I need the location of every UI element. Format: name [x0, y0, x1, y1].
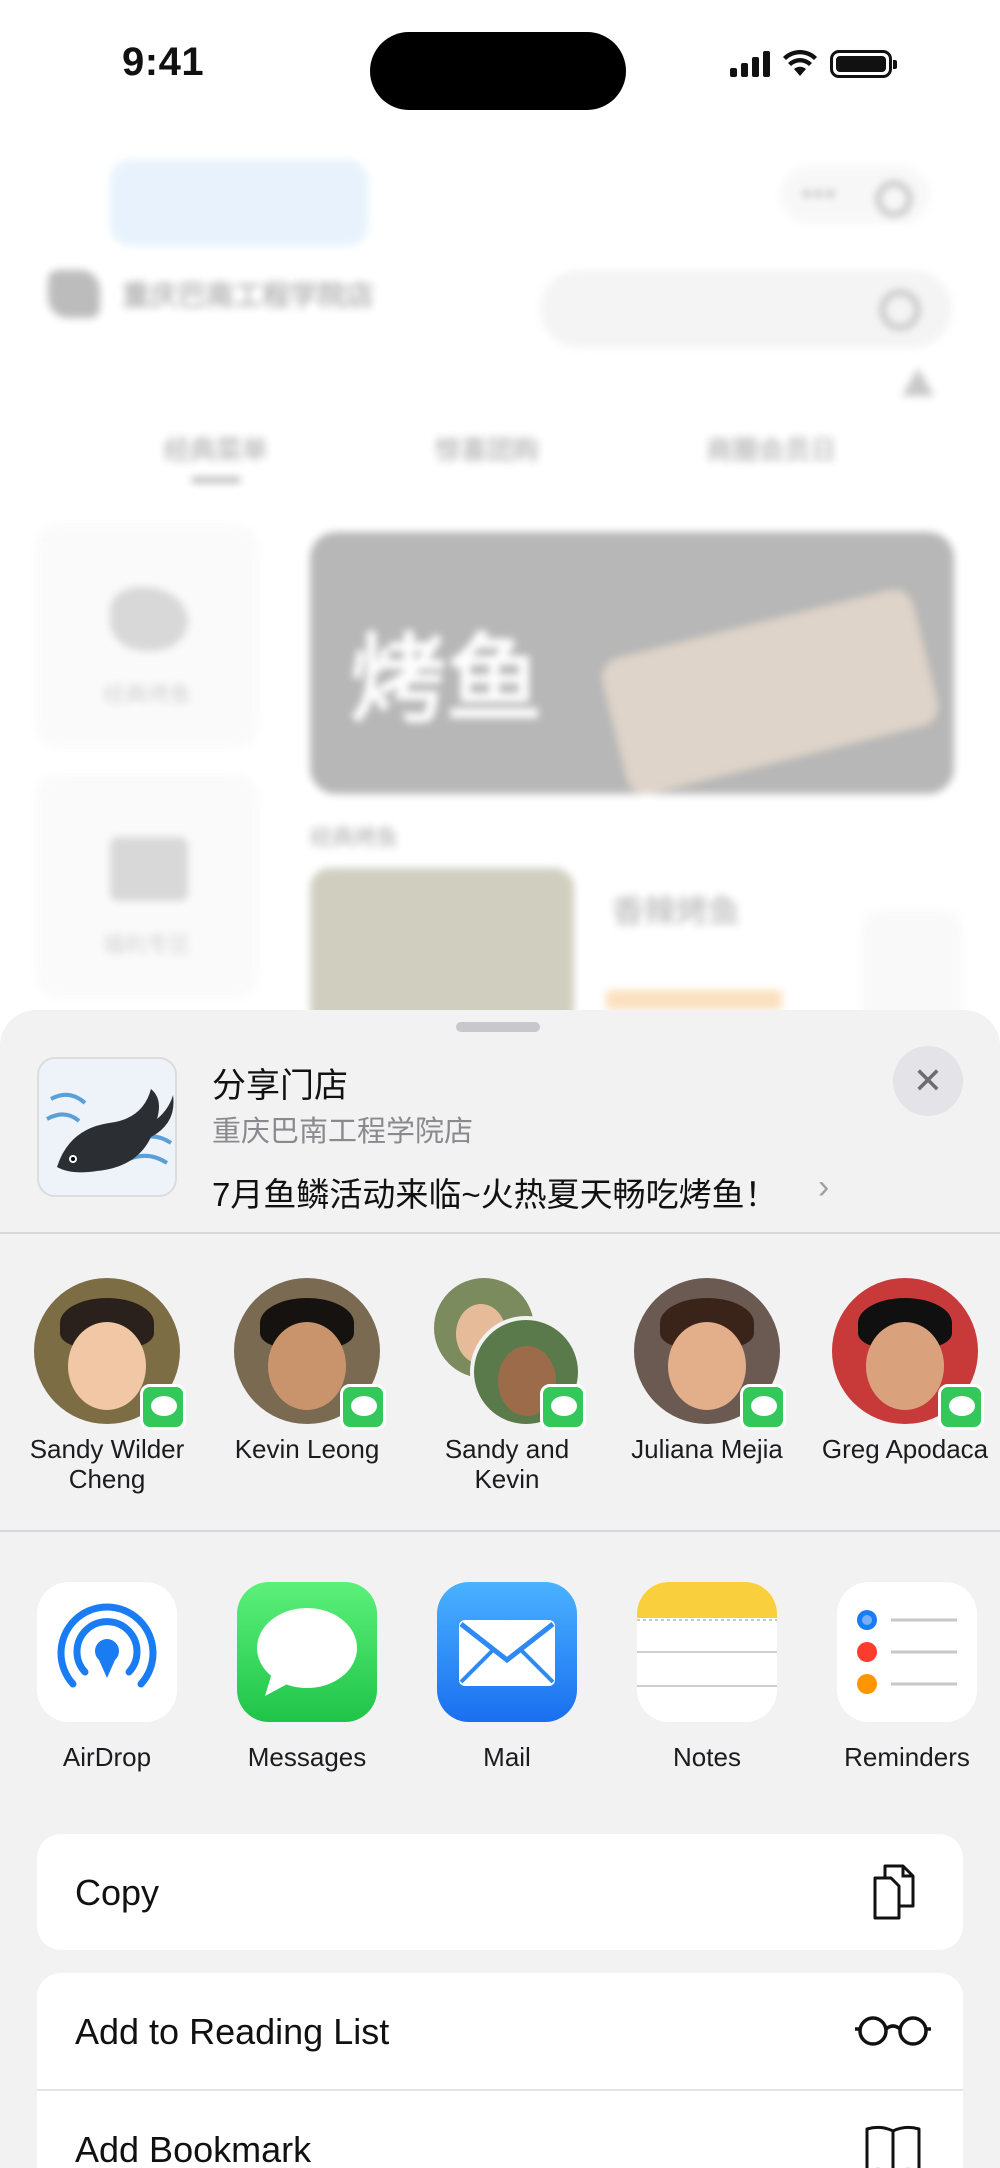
person-juliana-mejia[interactable]: Juliana Mejia [612, 1278, 802, 1464]
share-sheet: 分享门店 重庆巴南工程学院店 7月鱼鳞活动来临~火热夏天畅吃烤鱼！ › ✕ Sa… [0, 1010, 1000, 2168]
background-app: 重庆巴南工程学院店 经典菜单 惊喜团购 商圈会员日 经典烤鱼 福利专区 烤鱼 经… [0, 140, 1000, 1050]
person-sandy-wilder-cheng[interactable]: Sandy Wilder Cheng [12, 1278, 202, 1494]
add-bookmark-button[interactable]: Add Bookmark [37, 2089, 963, 2168]
app-mail[interactable]: Mail [422, 1582, 592, 1773]
reminders-icon [837, 1582, 977, 1722]
wifi-icon [783, 50, 817, 76]
person-name: Kevin Leong [234, 1434, 380, 1464]
avatar [34, 1278, 186, 1430]
messages-icon [237, 1582, 377, 1722]
action-label: Add Bookmark [75, 2129, 312, 2168]
status-bar: 9:41 [0, 0, 1000, 140]
action-group: Add to Reading List Add Bookmark [37, 1973, 963, 2168]
status-time: 9:41 [122, 40, 205, 84]
divider [0, 1530, 1000, 1532]
messages-badge-icon [340, 1384, 386, 1430]
store-logo-icon [48, 270, 100, 318]
section-title: 经典烤鱼 [310, 825, 399, 850]
app-label: AirDrop [62, 1742, 152, 1772]
person-name: Sandy Wilder [29, 1434, 185, 1464]
action-group: Copy [37, 1834, 963, 1950]
avatar [634, 1278, 786, 1430]
app-label: Messages [247, 1742, 367, 1772]
store-name: 重庆巴南工程学院店 [122, 280, 375, 311]
tab-member-day: 商圈会员日 [706, 435, 837, 465]
close-button[interactable]: ✕ [893, 1046, 963, 1116]
banner-title: 烤鱼 [350, 623, 542, 736]
person-name: Greg Apodaca [821, 1434, 989, 1464]
app-label: Mail [483, 1742, 531, 1772]
app-reminders[interactable]: Reminders [822, 1582, 992, 1773]
app-label: Reminders [844, 1742, 970, 1772]
action-label: Copy [75, 1872, 160, 1913]
avatar [234, 1278, 386, 1430]
fish-logo-icon [46, 1089, 174, 1173]
miniprogram-capsule [780, 166, 930, 224]
share-description[interactable]: 7月鱼鳞活动来临~火热夏天畅吃烤鱼！ [212, 1168, 778, 1216]
category-classic-fish: 经典烤鱼 [36, 525, 258, 747]
grilled-fish-plate [597, 585, 943, 794]
store-header: 重庆巴南工程学院店 [48, 270, 374, 318]
person-name: Cheng [68, 1464, 146, 1494]
glasses-icon [855, 2016, 931, 2046]
gift-icon [110, 837, 188, 901]
dish-image [310, 868, 574, 1028]
copy-icon [873, 1864, 915, 1920]
app-messages[interactable]: Messages [222, 1582, 392, 1773]
sheet-grabber[interactable] [456, 1022, 540, 1032]
person-name: Juliana Mejia [631, 1434, 783, 1464]
share-title: 分享门店 [212, 1067, 348, 1105]
promo-banner [110, 160, 368, 246]
battery-icon [830, 50, 897, 78]
close-icon: ✕ [912, 1060, 944, 1101]
person-greg-apodaca[interactable]: Greg Apodaca [810, 1278, 1000, 1464]
chevron-right-icon[interactable]: › [818, 1168, 829, 1207]
category-welfare: 福利专区 [36, 775, 258, 997]
tab-group-buy: 惊喜团购 [434, 435, 539, 465]
notes-icon [637, 1582, 777, 1722]
avatar [832, 1278, 984, 1430]
share-thumbnail [37, 1057, 177, 1197]
promo-banner-image: 烤鱼 [310, 532, 954, 794]
app-label: Notes [673, 1742, 741, 1772]
messages-badge-icon [140, 1384, 186, 1430]
app-notes[interactable]: Notes [622, 1582, 792, 1773]
person-sandy-and-kevin[interactable]: Sandy and Kevin [412, 1278, 602, 1494]
divider [0, 1232, 1000, 1234]
messages-badge-icon [740, 1384, 786, 1430]
person-kevin-leong[interactable]: Kevin Leong [212, 1278, 402, 1464]
messages-badge-icon [938, 1384, 984, 1430]
fish-icon [110, 587, 188, 651]
copy-button[interactable]: Copy [37, 1834, 963, 1950]
app-airdrop[interactable]: AirDrop [22, 1582, 192, 1773]
group-avatar [434, 1278, 586, 1430]
mail-icon [437, 1582, 577, 1722]
search-input [540, 270, 952, 348]
messages-badge-icon [540, 1384, 586, 1430]
action-label: Add to Reading List [75, 2011, 390, 2052]
menu-tabs: 经典菜单 惊喜团购 商圈会员日 [0, 430, 1000, 483]
airdrop-icon [37, 1582, 177, 1722]
cellular-signal-icon [730, 51, 770, 77]
person-name: Sandy and [444, 1434, 570, 1464]
dish-tag [606, 990, 782, 1010]
status-icons [730, 50, 897, 78]
tab-classic-menu: 经典菜单 [164, 430, 268, 483]
person-name: Kevin [474, 1464, 540, 1494]
share-subtitle: 重庆巴南工程学院店 [212, 1116, 474, 1148]
warning-icon [902, 368, 934, 396]
book-icon [865, 2125, 921, 2168]
add-to-reading-list-button[interactable]: Add to Reading List [37, 1973, 963, 2089]
dynamic-island [370, 32, 626, 110]
dish-name: 香辣烤鱼 [612, 893, 741, 929]
